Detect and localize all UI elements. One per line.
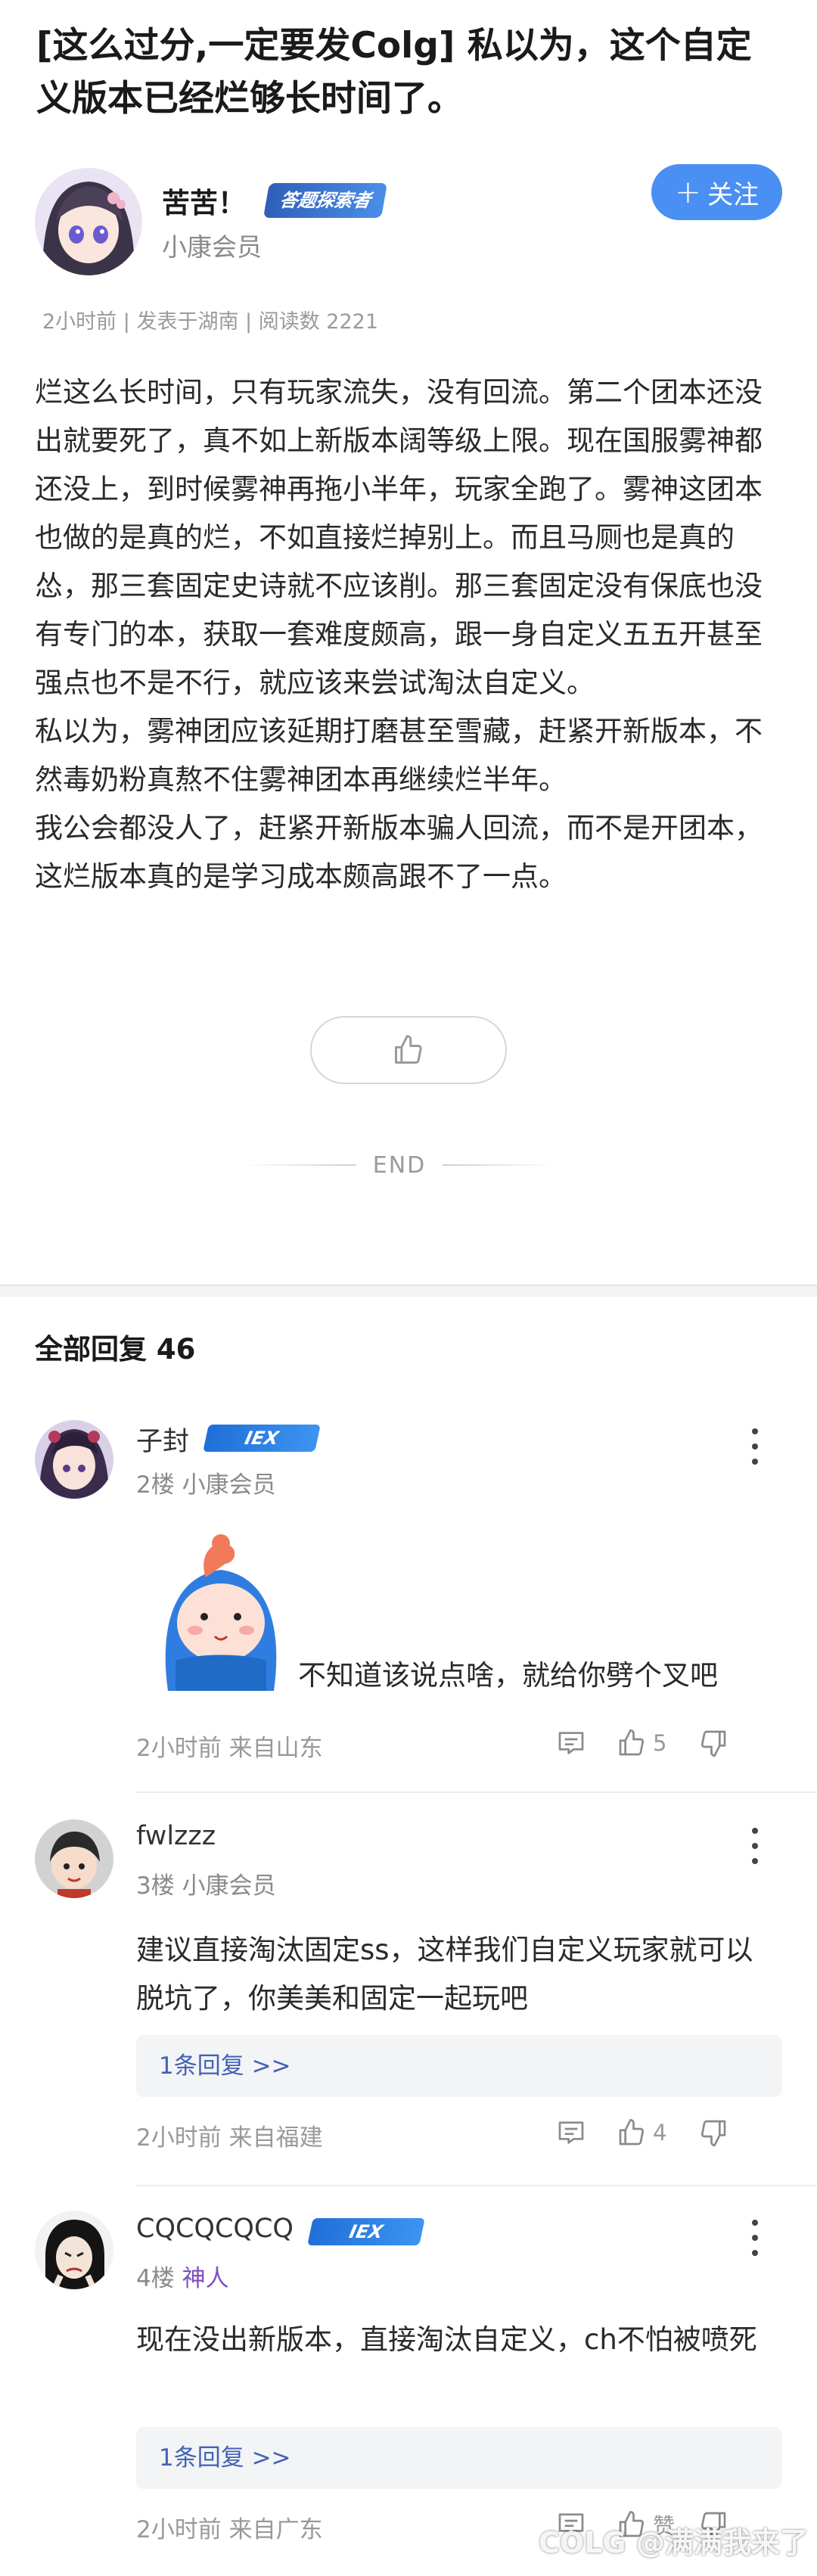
thumbs-up-icon bbox=[619, 2119, 645, 2146]
follow-button[interactable]: + 关注 bbox=[651, 164, 782, 220]
commenter-floor-role: 4楼 神人 bbox=[136, 2259, 229, 2293]
floor-number: 2楼 bbox=[136, 1471, 175, 1499]
more-options-icon[interactable] bbox=[745, 2215, 765, 2261]
sub-replies-link[interactable]: 1条回复 >> bbox=[136, 2427, 782, 2489]
post-paragraph: 私以为，雾神团应该延期打磨甚至雪藏，赶紧开新版本，不然毒奶粉真熬不住雾神团本再继… bbox=[35, 715, 763, 796]
sub-replies-link[interactable]: 1条回复 >> bbox=[136, 2035, 782, 2097]
more-options-icon[interactable] bbox=[745, 1424, 765, 1469]
like-count: 4 bbox=[653, 2120, 667, 2146]
post-paragraph: 烂这么长时间，只有玩家流失，没有回流。第二个团本还没出就要死了，真不如上新版本阔… bbox=[35, 376, 763, 699]
commenter-avatar[interactable] bbox=[35, 1420, 113, 1499]
comment-icon bbox=[558, 2121, 584, 2144]
replies-header: 全部回复 46 bbox=[35, 1333, 196, 1366]
post-meta: 2小时前 | 发表于湖南 | 阅读数 2221 bbox=[42, 310, 378, 334]
thumbs-up-icon bbox=[619, 1729, 645, 1756]
author-name[interactable]: 苦苦！ bbox=[162, 180, 246, 221]
comment-icon bbox=[558, 1732, 584, 1754]
watermark: COLG @满满我来了 bbox=[539, 2526, 809, 2559]
dislike-button[interactable] bbox=[698, 1728, 728, 1758]
post-like-button[interactable] bbox=[310, 1016, 507, 1084]
thumbs-down-icon bbox=[701, 2120, 726, 2146]
comment-divider bbox=[136, 2185, 817, 2186]
thumbs-up-icon bbox=[395, 1035, 422, 1064]
floor-number: 4楼 bbox=[136, 2265, 175, 2292]
commenter-avatar[interactable] bbox=[35, 1819, 113, 1898]
comment-text: 建议直接淘汰固定ss，这样我们自定义玩家就可以脱坑了，你美美和固定一起玩吧 bbox=[136, 1934, 753, 2015]
like-count: 5 bbox=[653, 1730, 667, 1756]
thumbs-down-icon bbox=[701, 1730, 726, 1757]
author-level: 小康会员 bbox=[162, 232, 262, 262]
reply-button[interactable] bbox=[556, 1728, 617, 1758]
post-body: 烂这么长时间，只有玩家流失，没有回流。第二个团本还没出就要死了，真不如上新版本阔… bbox=[35, 368, 776, 901]
commenter-name[interactable]: fwlzzz bbox=[136, 1821, 216, 1851]
sticker-image bbox=[153, 1532, 289, 1691]
comment-actions: 4 bbox=[556, 2115, 728, 2151]
dislike-button[interactable] bbox=[698, 2118, 728, 2148]
floor-number: 3楼 bbox=[136, 1872, 175, 1900]
commenter-floor-role: 2楼 小康会员 bbox=[136, 1465, 276, 1499]
comment-footer: 2小时前 来自山东 bbox=[136, 1735, 323, 1762]
post-title: [这么过分,一定要发Colg] 私以为，这个自定义版本已经烂够长时间了。 bbox=[36, 25, 752, 120]
commenter-name[interactable]: CQCQCQCQ bbox=[136, 2214, 294, 2244]
commenter-badge: IEX bbox=[203, 1425, 321, 1452]
comment-text: 现在没出新版本，直接淘汰自定义，ch不怕被喷死 bbox=[136, 2323, 757, 2356]
member-role: 小康会员 bbox=[182, 1872, 276, 1900]
end-divider: END bbox=[241, 1150, 558, 1180]
comment-footer: 2小时前 来自广东 bbox=[136, 2516, 323, 2543]
like-button[interactable]: 5 bbox=[617, 1728, 698, 1758]
author-badge: 答题探索者 bbox=[262, 183, 388, 218]
author-avatar[interactable] bbox=[35, 168, 142, 275]
post-paragraph: 我公会都没人了，赶紧开新版本骗人回流，而不是开团本，这烂版本真的是学习成本颇高跟… bbox=[35, 812, 763, 893]
comment-footer: 2小时前 来自福建 bbox=[136, 2124, 323, 2152]
reply-button[interactable] bbox=[556, 2118, 617, 2148]
commenter-badge: IEX bbox=[307, 2218, 425, 2245]
comment-text: 不知道该说点啥，就给你劈个叉吧 bbox=[298, 1659, 718, 1692]
member-role: 小康会员 bbox=[182, 1471, 276, 1499]
comment-actions: 5 bbox=[556, 1725, 728, 1761]
more-options-icon[interactable] bbox=[745, 1823, 765, 1869]
end-label: END bbox=[372, 1151, 427, 1179]
section-separator bbox=[0, 1285, 817, 1297]
commenter-name[interactable]: 子封 bbox=[136, 1420, 189, 1459]
commenter-floor-role: 3楼 小康会员 bbox=[136, 1866, 276, 1900]
plus-icon: + bbox=[674, 173, 702, 210]
commenter-avatar[interactable] bbox=[35, 2211, 113, 2289]
member-role: 神人 bbox=[182, 2265, 229, 2292]
follow-label: 关注 bbox=[707, 179, 760, 210]
comment-divider bbox=[136, 1791, 817, 1793]
like-button[interactable]: 4 bbox=[617, 2118, 698, 2148]
